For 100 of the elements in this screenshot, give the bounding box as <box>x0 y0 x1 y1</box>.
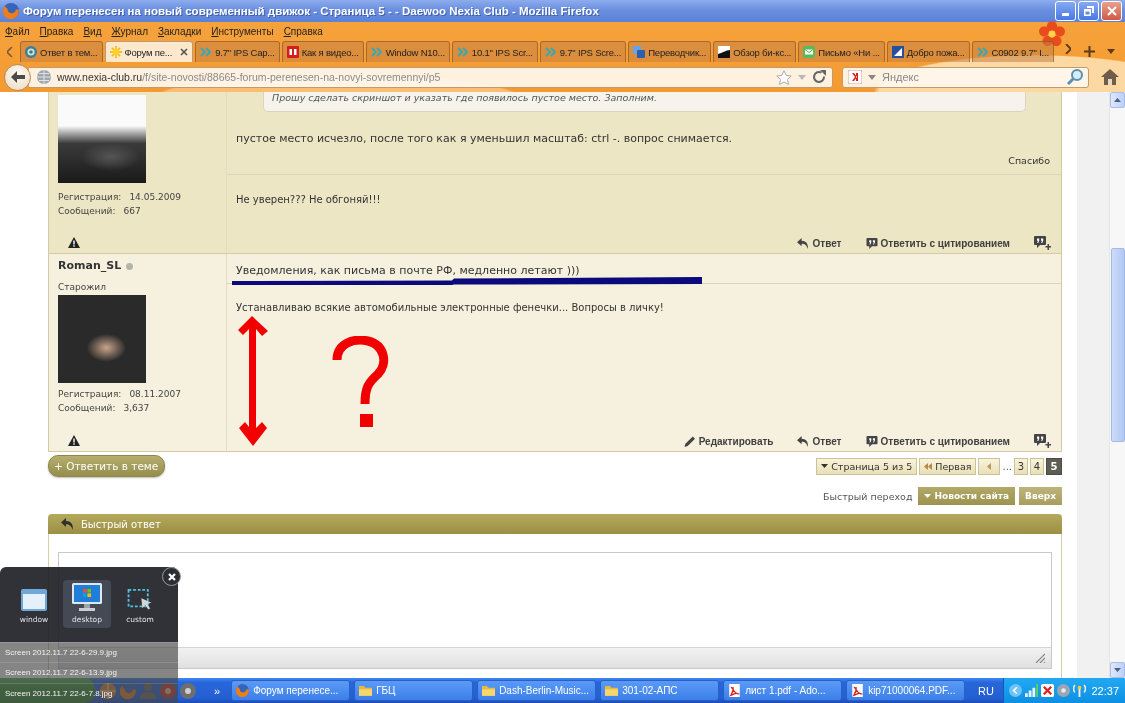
chevron-right-icon[interactable] <box>1064 44 1071 54</box>
tab-label: Форум пе... <box>124 46 173 58</box>
double-chevron-icon <box>456 46 469 58</box>
browser-tab[interactable]: Переводчик... <box>628 41 712 62</box>
browser-tab[interactable]: 9.7" IPS Scre... <box>539 41 627 62</box>
arrow-down-icon <box>1114 668 1121 672</box>
quote-plus-icon[interactable] <box>1034 434 1051 448</box>
scroll-down-button[interactable] <box>1110 662 1125 678</box>
tab-label: Переводчик... <box>648 46 707 58</box>
menu-item[interactable]: Справка <box>278 25 328 37</box>
tab-label: Письмо «Ни ... <box>818 46 880 58</box>
thanks-link[interactable]: Спасибо <box>1008 154 1050 168</box>
browser-tab[interactable]: Window N10... <box>365 41 450 62</box>
tab-label: 10.1" IPS Scr... <box>471 46 533 58</box>
page-number-button[interactable]: 4 <box>1030 457 1044 475</box>
globe-icon <box>37 70 51 84</box>
browser-icon <box>3 3 19 19</box>
antenna-icon[interactable] <box>1073 684 1086 697</box>
previous-page-button[interactable] <box>978 457 1001 475</box>
menu-item[interactable]: Инструменты <box>206 25 279 37</box>
file-list-item[interactable]: Screen 2012.11.7 22-6-13.9.jpg <box>0 662 178 683</box>
folder-icon <box>482 684 496 697</box>
browser-tab[interactable]: Обзор би-кс... <box>713 41 797 62</box>
caret-down-icon[interactable] <box>868 74 876 80</box>
browser-tab[interactable]: Как я видео... <box>281 41 364 62</box>
square-logo-icon[interactable] <box>848 70 862 84</box>
menu-item[interactable]: Правка <box>34 25 79 37</box>
browser-tab[interactable]: Ответ в тем... <box>20 41 103 62</box>
restore-icon <box>1083 6 1094 16</box>
browser-tab[interactable]: C0902 9.7" I... <box>971 41 1054 62</box>
disc-icon[interactable] <box>1057 684 1070 697</box>
close-icon <box>1106 6 1117 16</box>
warning-icon[interactable] <box>68 435 80 446</box>
quote-link[interactable]: Ответить с цитированием <box>865 237 1010 249</box>
warning-icon[interactable] <box>68 237 80 248</box>
address-field[interactable]: www.nexia-club.ru/f/site-novosti/88665-forum-perenesen-na-novyi-sovremennyi/p5 <box>29 66 833 88</box>
quick-nav-label: Быстрый переход <box>823 490 913 502</box>
resize-grip-icon[interactable] <box>1035 653 1045 663</box>
menu-item[interactable]: Файл <box>0 25 35 37</box>
folder-icon <box>605 684 619 697</box>
quote-link[interactable]: Ответить с цитированием <box>865 435 1010 447</box>
square-logo-icon <box>286 46 299 58</box>
browser-tab[interactable]: 9.7" IPS Cap... <box>195 41 280 62</box>
stat-value: 3,637 <box>123 402 150 415</box>
disc-icon[interactable] <box>180 682 196 699</box>
triangle-left-icon <box>987 462 992 470</box>
search-input[interactable]: Яндекс <box>882 69 1067 85</box>
browser-tab[interactable]: Добро пожа... <box>886 41 970 62</box>
taskbar-button[interactable]: лист 1.pdf - Ado... <box>723 680 843 701</box>
menu-item[interactable]: Закладки <box>152 25 207 37</box>
menu-item[interactable]: Вид <box>78 25 107 37</box>
browser-tab[interactable]: Форум пе... <box>104 41 194 62</box>
chevron-left-icon[interactable] <box>1009 684 1022 697</box>
page-number-button[interactable]: 5 <box>1046 457 1062 475</box>
file-list-item[interactable]: Screen 2012.11.7 22-6-29.9.jpg <box>0 642 178 663</box>
error-icon[interactable] <box>1041 684 1054 697</box>
scroll-thumb[interactable] <box>1111 248 1125 442</box>
chevron-left-icon[interactable] <box>7 47 13 57</box>
plus-icon[interactable] <box>1083 46 1095 57</box>
first-page-link[interactable]: Первая <box>919 457 977 475</box>
tab-label: Window N10... <box>385 46 445 58</box>
post-signature: Устанавливаю всякие автомобильные электронные фенечки... Вопросы в личку! <box>236 302 664 313</box>
home-icon[interactable] <box>1101 69 1119 85</box>
page-number-button[interactable]: 3 <box>1014 457 1028 475</box>
back-button[interactable] <box>4 63 31 91</box>
dashed-selection-icon <box>127 589 153 611</box>
stat-value: 08.11.2007 <box>129 388 181 401</box>
scroll-up-button[interactable] <box>1110 92 1125 108</box>
browser-tab[interactable]: Письмо «Ни ... <box>798 41 885 62</box>
file-list-item[interactable]: Screen 2012.11.7 22-6-7.8.jpg <box>0 682 178 703</box>
restore-button[interactable] <box>1078 1 1099 21</box>
minimize-icon <box>1062 13 1069 16</box>
close-tab-icon[interactable] <box>180 48 189 56</box>
reply-link[interactable]: Ответ <box>797 435 842 447</box>
tab-label: Добро пожа... <box>906 46 965 58</box>
caret-down-icon <box>924 494 932 498</box>
square-logo-icon <box>891 46 904 58</box>
browser-tab[interactable]: 10.1" IPS Scr... <box>451 41 538 62</box>
more-button[interactable]: » <box>214 684 221 697</box>
reply-link[interactable]: Ответ <box>797 237 842 249</box>
edit-link[interactable]: Редактировать <box>683 435 774 447</box>
reply-arrow-icon <box>61 518 74 530</box>
menu-item[interactable]: Журнал <box>106 25 153 37</box>
window-title: Форум перенесен на новый современный движок - Страница 5 - - Daewoo Nexia Club - Mozilla Firefox <box>23 5 599 17</box>
arrow-up-icon <box>1114 98 1121 102</box>
page-menu-button[interactable]: Страница 5 из 5 <box>816 457 918 475</box>
signal-icon[interactable] <box>1025 684 1038 697</box>
double-chevron-icon <box>544 46 557 58</box>
stat-label: Сообщений: <box>58 205 116 218</box>
search-field[interactable]: Яндекс <box>842 66 1089 88</box>
language-indicator[interactable]: RU <box>978 684 994 697</box>
monitor-icon <box>72 583 102 611</box>
caret-down-icon[interactable] <box>1106 49 1115 54</box>
star-icon[interactable] <box>776 69 792 85</box>
minimize-button[interactable] <box>1055 1 1076 21</box>
search-icon[interactable] <box>1067 69 1083 85</box>
username[interactable]: Roman_SL <box>58 259 122 273</box>
stat-label: Регистрация: <box>58 191 122 204</box>
quote-plus-icon[interactable] <box>1034 236 1051 250</box>
reload-icon[interactable] <box>812 70 826 84</box>
